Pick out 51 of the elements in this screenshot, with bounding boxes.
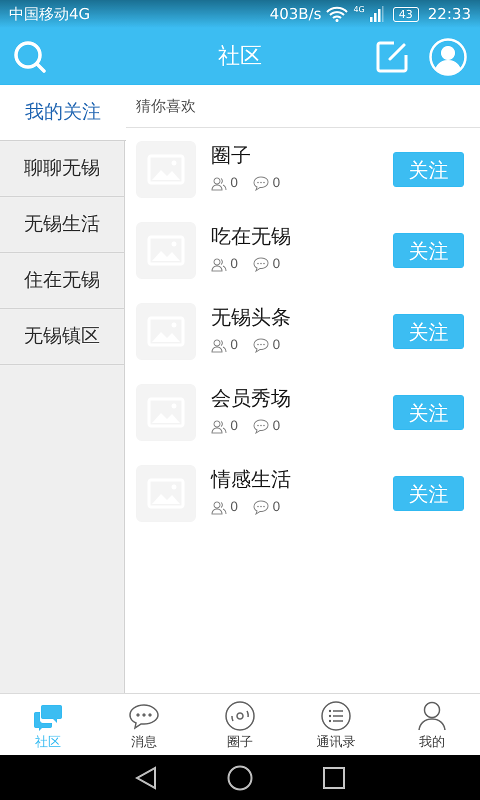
member-count: 0 [230, 499, 238, 517]
sidebar-tab[interactable]: 聊聊无锡 [0, 141, 124, 197]
member-count: 0 [230, 256, 238, 274]
group-name: 吃在无锡 [211, 223, 291, 250]
comment-icon [253, 176, 270, 192]
disc-icon [225, 700, 255, 730]
sidebar-tab[interactable]: 我的关注 [0, 85, 126, 141]
person-icon [418, 700, 446, 730]
post-count: 0 [272, 256, 281, 274]
sidebar-tab[interactable]: 无锡生活 [0, 197, 124, 253]
sidebar-tab[interactable]: 无锡镇区 [0, 309, 124, 365]
home-icon[interactable] [227, 764, 253, 790]
comment-icon [253, 338, 270, 354]
comment-icon [253, 500, 270, 516]
back-icon[interactable] [135, 766, 157, 790]
post-count: 0 [272, 418, 281, 436]
post-count: 0 [272, 175, 281, 193]
comment-icon [253, 419, 270, 434]
member-count: 0 [230, 337, 238, 355]
group-name: 无锡头条 [211, 304, 291, 331]
members-icon [211, 420, 228, 434]
recents-icon[interactable] [323, 766, 345, 788]
network-speed: 403B/s [270, 4, 322, 25]
members-icon [211, 258, 228, 272]
chat-bubbles-icon [33, 702, 63, 730]
battery-level: 43 [392, 6, 419, 22]
sidebar-tab[interactable]: 住在无锡 [0, 253, 124, 309]
post-count: 0 [272, 499, 281, 517]
member-count: 0 [230, 418, 238, 436]
nav-tab[interactable]: 消息 [96, 694, 192, 755]
nav-tab[interactable]: 我的 [384, 694, 480, 755]
network-type: 4G [353, 4, 365, 16]
section-title: 猜你喜欢 [136, 96, 196, 117]
post-count: 0 [272, 337, 281, 355]
nav-tab[interactable]: 通讯录 [288, 694, 384, 755]
signal-icon [370, 6, 384, 22]
comment-icon [253, 257, 270, 272]
page-title: 社区 [218, 43, 262, 71]
members-icon [211, 338, 228, 353]
group-name: 圈子 [211, 142, 252, 169]
list-icon [321, 700, 351, 730]
group-name: 情感生活 [211, 466, 291, 493]
wifi-icon [326, 6, 348, 22]
clock: 22:33 [428, 4, 471, 25]
members-icon [211, 500, 228, 515]
nav-tab[interactable]: 圈子 [192, 694, 288, 755]
members-icon [211, 176, 228, 191]
member-count: 0 [230, 175, 238, 193]
message-icon [128, 702, 160, 730]
group-name: 会员秀场 [211, 385, 291, 412]
carrier-name: 中国移动4G [9, 4, 90, 25]
